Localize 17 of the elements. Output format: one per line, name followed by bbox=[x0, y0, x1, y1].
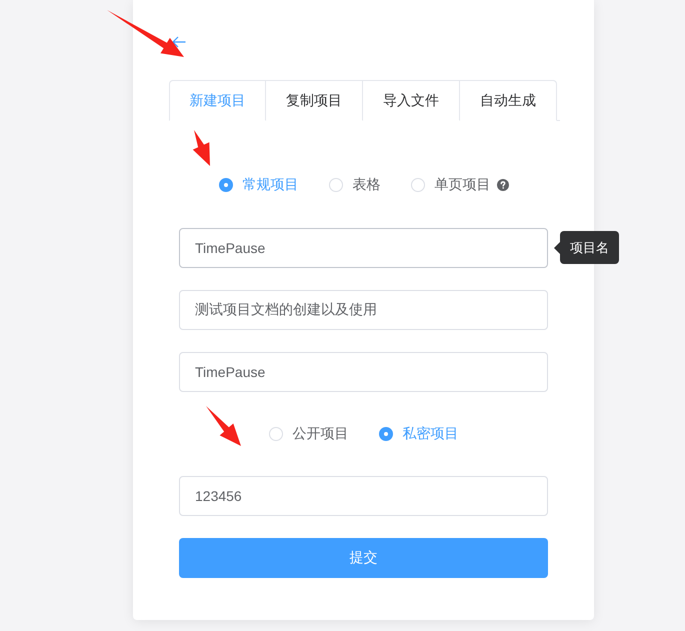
radio-button[interactable] bbox=[218, 178, 232, 192]
annotation-arrow bbox=[206, 406, 241, 446]
radio-label[interactable]: 公开项目 bbox=[292, 425, 348, 443]
tab[interactable]: 导入文件 bbox=[363, 80, 460, 121]
text-field[interactable]: TimePause bbox=[179, 228, 548, 268]
tab[interactable]: 自动生成 bbox=[460, 80, 557, 121]
radio-label[interactable]: 单页项目 bbox=[434, 176, 490, 194]
text-field[interactable]: TimePause bbox=[179, 352, 548, 392]
tab[interactable]: 复制项目 bbox=[266, 80, 363, 121]
help-icon[interactable] bbox=[496, 179, 508, 191]
radio-label[interactable]: 表格 bbox=[352, 176, 380, 194]
password-field[interactable]: 123456 bbox=[179, 476, 548, 516]
tooltip: 项目名 bbox=[554, 231, 619, 264]
back-button[interactable] bbox=[172, 36, 186, 48]
radio-button[interactable] bbox=[378, 427, 392, 441]
annotation-arrow bbox=[192, 130, 210, 166]
text-field[interactable]: 测试项目文档的创建以及使用 bbox=[179, 290, 548, 330]
